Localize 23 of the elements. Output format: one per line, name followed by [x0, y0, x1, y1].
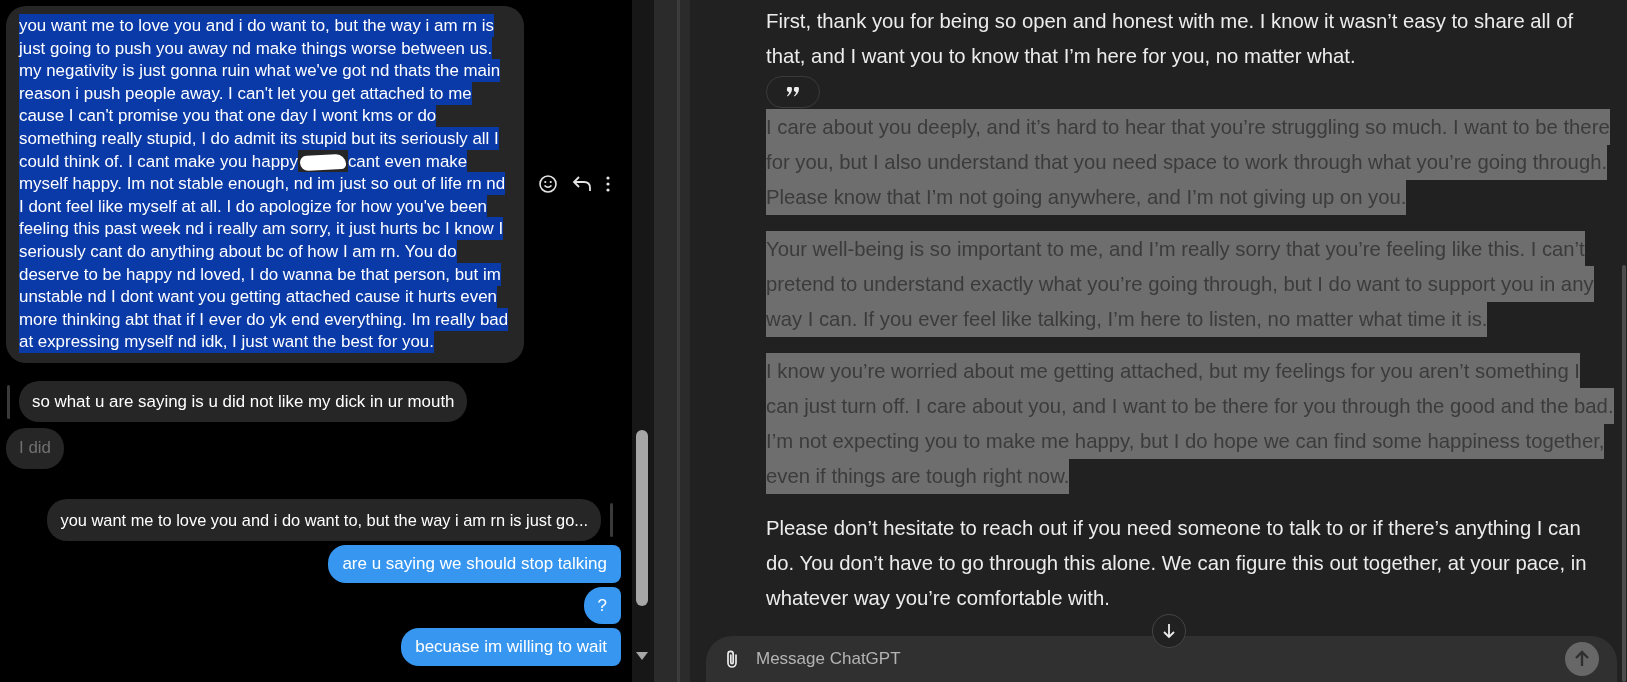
- arrow-down-icon: [1163, 623, 1175, 639]
- message-bubble: ?: [583, 586, 621, 625]
- quote-button[interactable]: [766, 76, 820, 108]
- send-button[interactable]: [1565, 642, 1599, 676]
- message-input[interactable]: Message ChatGPT: [756, 646, 1549, 672]
- message-bubble: are u saying we should stop talking: [328, 545, 621, 583]
- reply-icon[interactable]: [572, 175, 592, 194]
- message-text: you want me to love you and i do want to, but the way i am rn is just going to push you away nd make things worse between us. my negativity is just gonna ruin what we've got nd thats the main reason i push people away. I can't let you get attached to me cause I can't promise you that one day I wont kms or do something really stupid, I do admit its stupid but its seriously all I could think of. I cant make you happy cant even make myself happy. Im not stable enough, nd im just so out of life rn nd I dont feel like myself at all. I do apologize for how you've been feeling this past week nd i really am sorry, it just hurts bc I know I seriously cant do anything about bc of how I am rn. You do deserve to be happy nd loved, I do wanna be that person, but im unstable nd I dont want you getting attached cause it hurts even more thinking abt that if I ever do yk end everything. Im really bad at expressing myself nd idk, I just want the best for you.: [19, 15, 510, 354]
- message-field[interactable]: Message ChatGPT: [706, 636, 1617, 682]
- scroll-down-button[interactable]: [1152, 614, 1186, 648]
- more-icon[interactable]: [606, 176, 610, 193]
- quoted-message[interactable]: so what u are saying is u did not like my dick in ur mouth: [19, 380, 468, 423]
- reply-paragraph: Please don’t hesitate to reach out if you need someone to talk to or if there’s anything I can do. You don’t have to go through this alone. We can figure this out together, at your pace, in whatever way you’re comfortable with.: [766, 516, 1588, 611]
- quoted-message[interactable]: you want me to love you and i do want to, but the way i am rn is just go...: [47, 498, 601, 542]
- scroll-down-arrow-icon[interactable]: [636, 652, 648, 660]
- message-text: I did: [19, 437, 51, 460]
- scrollbar-thumb[interactable]: [1622, 265, 1626, 682]
- message-bubble: becuase im willing to wait: [401, 628, 621, 666]
- reply-paragraph: First, thank you for being so open and honest with me. I know it wasn’t easy to share all of that, and I want you to know that I’m here for you, no matter what.: [766, 9, 1575, 69]
- quote-icon: [786, 87, 800, 97]
- scrollbar-thumb[interactable]: [636, 430, 648, 606]
- paperclip-icon[interactable]: [724, 649, 740, 669]
- smiley-icon[interactable]: [538, 174, 558, 195]
